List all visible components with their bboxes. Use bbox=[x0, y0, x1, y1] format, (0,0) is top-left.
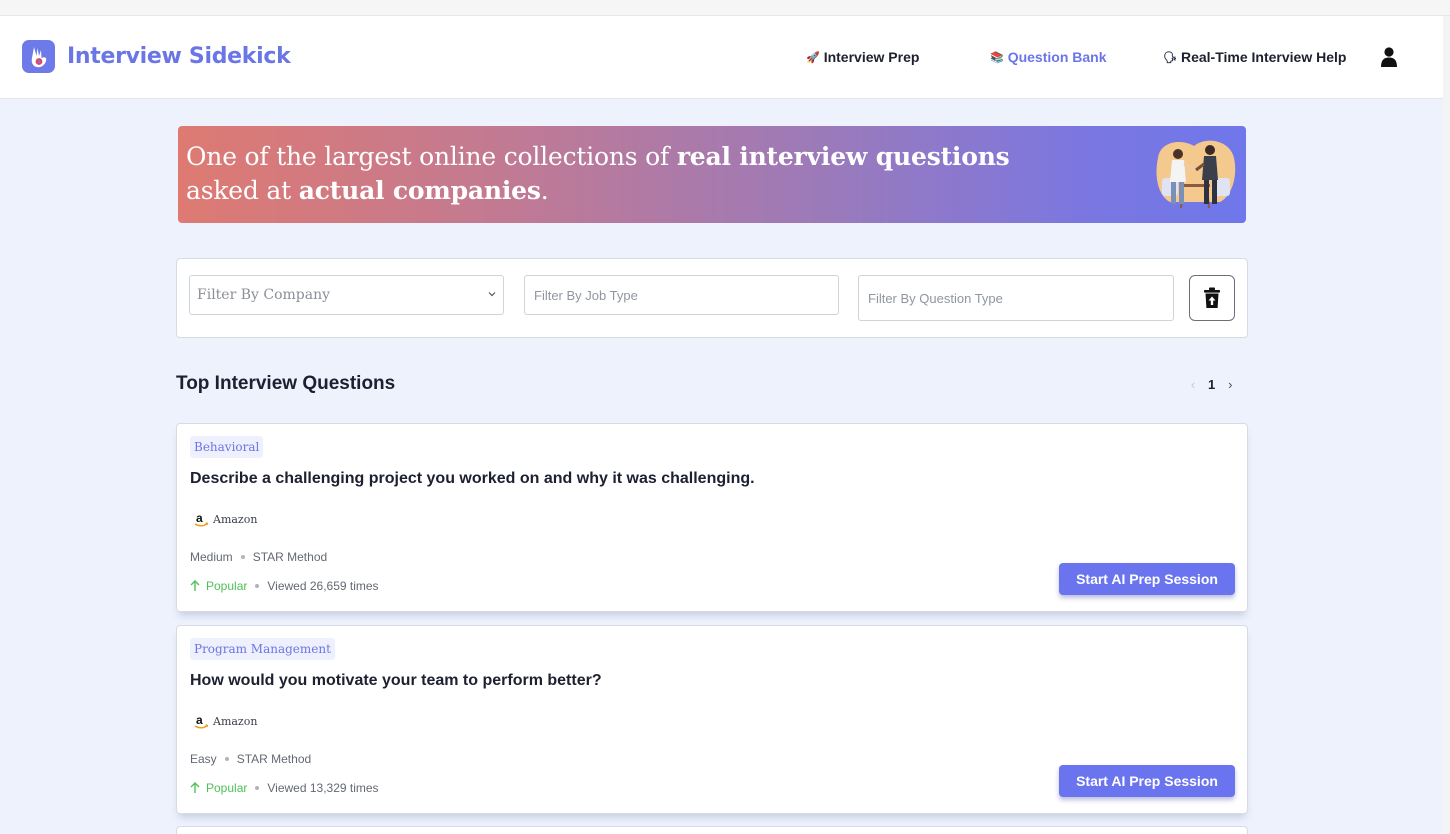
question-type-filter-input[interactable]: Filter By Question Type bbox=[858, 275, 1174, 321]
company-name: Amazon bbox=[213, 714, 258, 728]
separator-dot bbox=[224, 757, 229, 761]
browser-top-strip bbox=[0, 0, 1450, 16]
question-stats: Popular Viewed 26,659 times bbox=[190, 579, 379, 593]
banner-line1-prefix: One of the largest online collections of bbox=[186, 142, 677, 171]
separator-dot bbox=[255, 786, 260, 790]
svg-text:a: a bbox=[196, 511, 203, 525]
popular-label: Popular bbox=[206, 579, 248, 593]
arrow-up-icon bbox=[190, 782, 200, 793]
question-text[interactable]: Describe a challenging project you worke… bbox=[190, 470, 755, 488]
banner-line2-suffix: . bbox=[540, 176, 549, 205]
nav-interview-prep-label: Interview Prep bbox=[823, 49, 920, 65]
question-type-filter-placeholder: Filter By Question Type bbox=[868, 290, 1003, 306]
job-type-filter-placeholder: Filter By Job Type bbox=[534, 287, 638, 303]
difficulty-label: Medium bbox=[190, 550, 233, 564]
company-filter-placeholder: Filter By Company bbox=[197, 287, 331, 303]
nav-question-bank-label: Question Bank bbox=[1007, 49, 1107, 65]
separator-dot bbox=[255, 584, 260, 588]
question-company: a Amazon bbox=[193, 713, 257, 729]
popular-badge: Popular bbox=[190, 781, 247, 795]
company-name: Amazon bbox=[213, 512, 258, 526]
chevron-down-icon bbox=[488, 292, 496, 297]
page-scrollbar[interactable] bbox=[1443, 16, 1450, 834]
top-navbar: Interview Sidekick 🚀 Interview Prep 📚 Qu… bbox=[0, 16, 1443, 99]
method-label: STAR Method bbox=[252, 550, 328, 564]
method-label: STAR Method bbox=[236, 752, 312, 766]
filter-panel: Filter By Company Filter By Job Type Fil… bbox=[176, 258, 1248, 338]
start-ai-prep-session-button[interactable]: Start AI Prep Session bbox=[1059, 563, 1235, 595]
nav-question-bank[interactable]: 📚 Question Bank bbox=[990, 49, 1107, 65]
question-category-tag[interactable]: Program Management bbox=[190, 638, 335, 660]
banner-line1-bold: real interview questions bbox=[676, 142, 1010, 171]
svg-text:a: a bbox=[196, 713, 203, 727]
trash-icon bbox=[1204, 287, 1220, 308]
popular-badge: Popular bbox=[190, 579, 247, 593]
nav-real-time-help[interactable]: 🗣 Real-Time Interview Help bbox=[1163, 49, 1346, 65]
question-card-partial[interactable] bbox=[176, 826, 1248, 834]
section-title: Top Interview Questions bbox=[176, 373, 396, 394]
question-meta: Easy STAR Method bbox=[190, 752, 311, 766]
current-page-number[interactable]: 1 bbox=[1208, 377, 1215, 392]
start-ai-prep-session-button[interactable]: Start AI Prep Session bbox=[1059, 765, 1235, 797]
hero-banner: One of the largest online collections of… bbox=[178, 126, 1246, 223]
pagination: ‹ 1 › bbox=[1186, 376, 1237, 392]
difficulty-label: Easy bbox=[190, 752, 217, 766]
company-filter-select[interactable]: Filter By Company bbox=[189, 275, 504, 315]
amazon-logo-icon: a bbox=[194, 713, 209, 729]
view-count: Viewed 13,329 times bbox=[267, 781, 379, 795]
next-page-button[interactable]: › bbox=[1223, 377, 1237, 392]
question-text[interactable]: How would you motivate your team to perf… bbox=[190, 672, 602, 690]
arrow-up-icon bbox=[190, 580, 200, 591]
question-category-tag[interactable]: Behavioral bbox=[190, 436, 264, 458]
separator-dot bbox=[240, 555, 245, 559]
banner-line2-prefix: asked at bbox=[186, 176, 299, 205]
nav-interview-prep[interactable]: 🚀 Interview Prep bbox=[806, 49, 919, 65]
speaking-head-icon: 🗣 bbox=[1163, 51, 1177, 64]
nav-real-time-help-label: Real-Time Interview Help bbox=[1180, 49, 1347, 65]
handshake-illustration-icon bbox=[1148, 136, 1240, 214]
user-icon[interactable] bbox=[1380, 47, 1398, 67]
popular-label: Popular bbox=[206, 781, 248, 795]
banner-line2-bold: actual companies bbox=[298, 176, 541, 205]
question-card[interactable]: Program Management How would you motivat… bbox=[176, 625, 1248, 814]
books-icon: 📚 bbox=[990, 51, 1004, 64]
question-card[interactable]: Behavioral Describe a challenging projec… bbox=[176, 423, 1248, 612]
job-type-filter-input[interactable]: Filter By Job Type bbox=[524, 275, 839, 315]
clear-filters-button[interactable] bbox=[1189, 275, 1235, 321]
question-meta: Medium STAR Method bbox=[190, 550, 327, 564]
main-nav: 🚀 Interview Prep 📚 Question Bank 🗣 Real-… bbox=[0, 49, 1443, 69]
prev-page-button[interactable]: ‹ bbox=[1186, 377, 1200, 392]
view-count: Viewed 26,659 times bbox=[267, 579, 379, 593]
question-stats: Popular Viewed 13,329 times bbox=[190, 781, 379, 795]
question-company: a Amazon bbox=[193, 511, 257, 527]
rocket-icon: 🚀 bbox=[806, 51, 820, 64]
banner-text: One of the largest online collections of… bbox=[186, 140, 1010, 208]
amazon-logo-icon: a bbox=[194, 511, 209, 527]
